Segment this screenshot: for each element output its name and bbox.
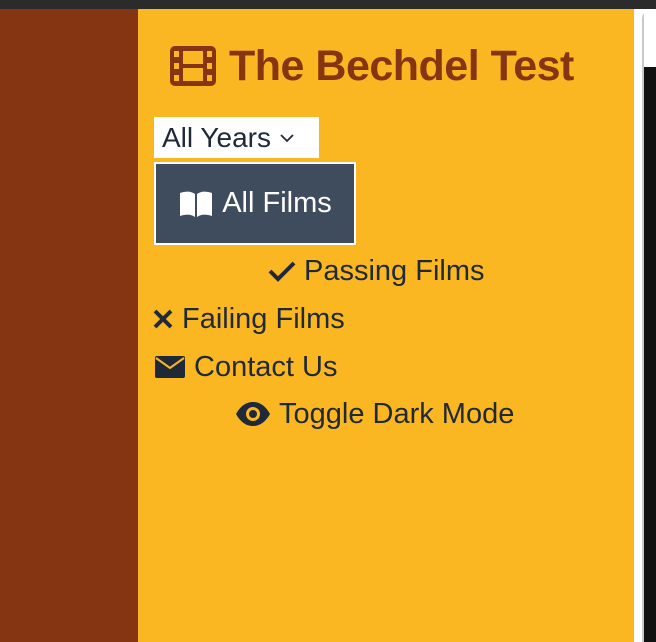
all-films-label: All Films — [222, 187, 332, 219]
eye-icon — [236, 402, 270, 426]
chevron-down-icon — [280, 133, 294, 142]
nav-passing-films[interactable]: Passing Films — [268, 251, 485, 291]
envelope-icon — [155, 356, 185, 378]
toggle-dark-mode[interactable]: Toggle Dark Mode — [235, 394, 514, 434]
left-panel — [0, 9, 138, 642]
adjacent-window-edge — [642, 9, 656, 642]
title-text: The Bechdel Test — [229, 41, 574, 90]
browser-top-bar — [0, 0, 656, 9]
all-films-button[interactable]: All Films — [154, 162, 356, 245]
book-open-icon — [180, 191, 213, 217]
nav-passing-label: Passing Films — [304, 254, 485, 287]
nav-failing-label: Failing Films — [182, 302, 345, 335]
year-select-value: All Years — [162, 121, 271, 153]
nav-contact-label: Contact Us — [194, 350, 338, 383]
nav-contact-us[interactable]: Contact Us — [154, 347, 337, 387]
nav-dark-label: Toggle Dark Mode — [279, 397, 515, 430]
page-title: The Bechdel Test — [169, 41, 574, 91]
x-icon — [153, 309, 173, 329]
film-icon — [170, 46, 216, 86]
year-select[interactable]: All Years — [154, 117, 319, 158]
nav-failing-films[interactable]: Failing Films — [152, 299, 345, 339]
check-icon — [268, 261, 296, 282]
